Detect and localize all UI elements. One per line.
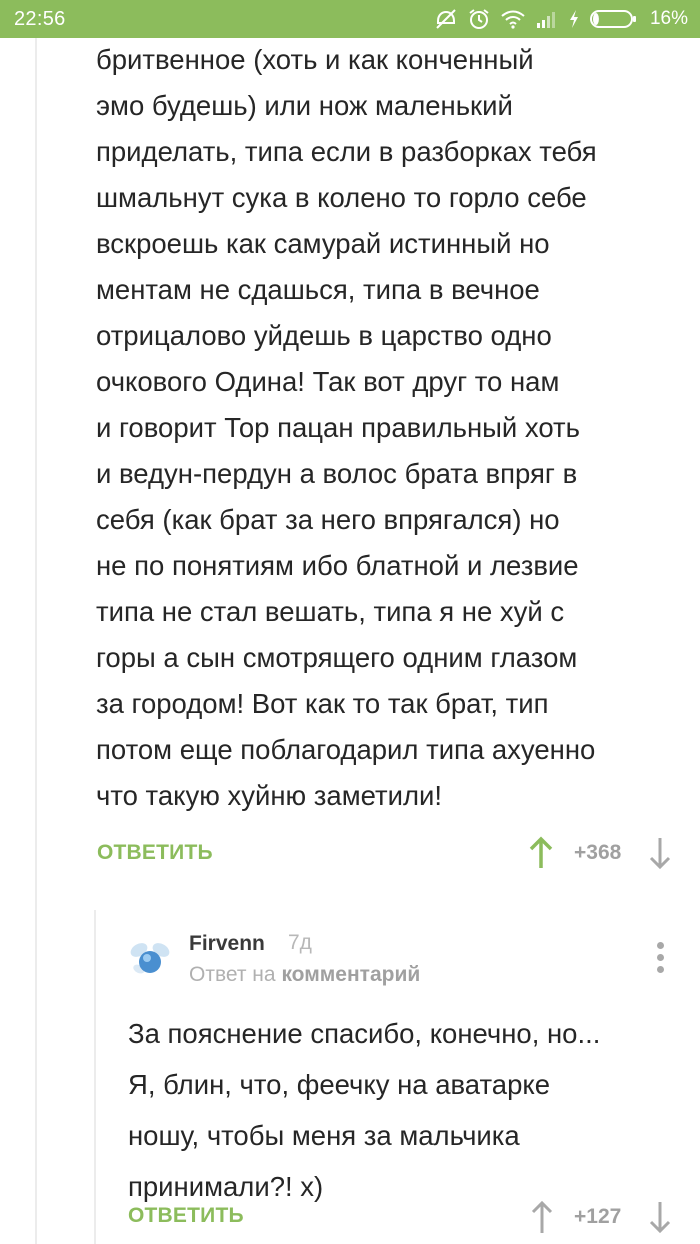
comment-line: приделать, типа если в разборках тебя xyxy=(96,136,597,167)
comment-line: бритвенное (хоть и как конченный xyxy=(96,44,534,75)
status-icons: 16% xyxy=(434,6,688,32)
downvote-arrow-icon[interactable] xyxy=(648,1200,672,1234)
more-options-icon[interactable] xyxy=(650,942,670,974)
charging-icon xyxy=(569,10,578,28)
thread-line xyxy=(35,38,37,1244)
reply-button[interactable]: ОТВЕТИТЬ xyxy=(97,841,213,865)
author-name[interactable]: Firvenn xyxy=(189,932,265,956)
comment-line: шмальнут сука в колено то горло себе xyxy=(96,182,587,213)
reply-button[interactable]: ОТВЕТИТЬ xyxy=(128,1204,244,1228)
comment-body: бритвенное (хоть и как конченный эмо буд… xyxy=(96,37,686,819)
comment-line: вскроешь как самурай истинный но xyxy=(96,228,550,259)
reply-info: Ответ на комментарий xyxy=(189,963,420,987)
wifi-icon xyxy=(501,10,525,29)
upvote-arrow-icon[interactable] xyxy=(530,1200,554,1234)
reply-target-link[interactable]: комментарий xyxy=(281,963,420,986)
reply-thread-line xyxy=(94,910,96,1244)
battery-icon xyxy=(589,10,636,28)
reply-comment-body: За пояснение спасибо, конечно, но... Я, … xyxy=(128,1008,688,1212)
fairy-avatar-icon[interactable] xyxy=(128,936,172,980)
comment-line: что такую хуйню заметили! xyxy=(96,780,442,811)
comment-line: и говорит Тор пацан правильный хоть xyxy=(96,412,580,443)
comment-line: отрицалово уйдешь в царство одно xyxy=(96,320,552,351)
comment-line: За пояснение спасибо, конечно, но... xyxy=(128,1018,601,1049)
comment-age: 7д xyxy=(288,931,312,954)
battery-percent: 16% xyxy=(649,8,688,29)
comment-line: ношу, чтобы меня за мальчика xyxy=(128,1120,520,1151)
alarm-icon xyxy=(469,9,489,29)
rating-count: +368 xyxy=(574,841,622,864)
comment-line: потом еще поблагодарил типа ахуенно xyxy=(96,734,596,765)
comment-line: типа не стал вешать, типа я не хуй с xyxy=(96,596,565,627)
signal-icon xyxy=(536,12,555,28)
reply-prefix: Ответ на xyxy=(189,963,276,986)
downvote-arrow-icon[interactable] xyxy=(648,836,672,870)
status-bar: 22:56 16% xyxy=(0,0,700,38)
comment-line: себя (как брат за него впрягался) но xyxy=(96,504,560,535)
comment-line: за городом! Вот как то так брат, тип xyxy=(96,688,549,719)
status-time: 22:56 xyxy=(14,8,66,30)
upvote-arrow-icon[interactable] xyxy=(528,836,554,870)
comment-line: горы а сын смотрящего одним глазом xyxy=(96,642,578,673)
comment-line: эмо будешь) или нож маленький xyxy=(96,90,513,121)
dnd-icon xyxy=(436,9,456,29)
comment-line: и ведун-пердун а волос брата впряг в xyxy=(96,458,578,489)
comment-line: Я, блин, что, феечку на аватарке xyxy=(128,1069,550,1100)
comment-line: не по понятиям ибо блатной и лезвие xyxy=(96,550,579,581)
comment-line: ментам не сдашься, типа в вечное xyxy=(96,274,540,305)
comment-line: очкового Одина! Так вот друг то нам xyxy=(96,366,560,397)
rating-count: +127 xyxy=(574,1205,622,1228)
